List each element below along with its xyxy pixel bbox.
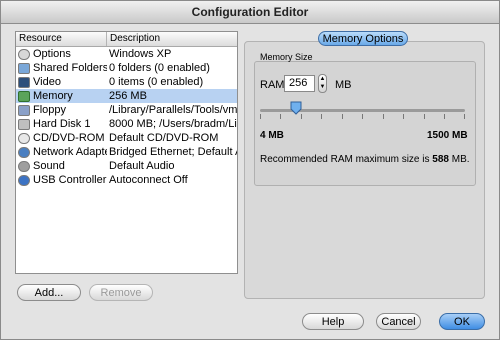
resource-description: Default Audio <box>109 160 175 172</box>
slider-tick <box>383 114 384 119</box>
cd-dvd-icon <box>18 132 30 144</box>
ram-input[interactable]: 256 <box>284 75 315 92</box>
recommendation-suffix: MB. <box>451 154 470 165</box>
resource-description: Autoconnect Off <box>109 174 188 186</box>
resource-name: Hard Disk 1 <box>33 118 91 130</box>
slider-tick <box>342 114 343 119</box>
resource-description: 0 items (0 enabled) <box>109 76 204 88</box>
stepper-down-icon[interactable]: ▼ <box>319 83 326 91</box>
shared-folders-icon <box>18 62 30 74</box>
add-button[interactable]: Add... <box>17 284 81 301</box>
table-row[interactable]: Sound Default Audio <box>16 159 237 173</box>
memory-icon <box>18 90 30 102</box>
recommendation-value: 588 <box>432 154 449 165</box>
slider-tick <box>403 114 404 119</box>
table-row[interactable]: Hard Disk 1 8000 MB; /Users/bradm/Lib <box>16 117 237 131</box>
table-row[interactable]: Network Adapter Bridged Ethernet; Defaul… <box>16 145 237 159</box>
resource-description: Bridged Ethernet; Default Ac <box>109 146 237 158</box>
resource-name: Options <box>33 48 71 60</box>
table-row[interactable]: Memory 256 MB <box>16 89 237 103</box>
resource-name: Floppy <box>33 104 67 116</box>
recommendation-text: Recommended RAM maximum size is 588 MB. <box>260 154 470 165</box>
ok-button[interactable]: OK <box>439 313 485 330</box>
column-header-resource[interactable]: Resource <box>16 32 107 46</box>
tab-memory-options[interactable]: Memory Options <box>318 31 408 46</box>
resource-description: 256 MB <box>109 90 147 102</box>
table-header: Resource Description <box>16 32 237 47</box>
resource-name: Memory <box>33 90 73 102</box>
resource-description: 8000 MB; /Users/bradm/Lib <box>109 118 237 130</box>
slider-tick <box>362 114 363 119</box>
configuration-editor-window: Configuration Editor Resource Descriptio… <box>0 0 500 340</box>
column-header-description[interactable]: Description <box>107 32 237 46</box>
resource-name: Shared Folders <box>33 62 107 74</box>
resource-description: Windows XP <box>109 48 172 60</box>
table-row[interactable]: Shared Folders 0 folders (0 enabled) <box>16 61 237 75</box>
slider-tick <box>444 114 445 119</box>
floppy-icon <box>18 104 30 116</box>
options-icon <box>18 48 30 60</box>
window-title: Configuration Editor <box>1 1 499 24</box>
stepper-up-icon[interactable]: ▲ <box>319 75 326 83</box>
hard-disk-icon <box>18 118 30 130</box>
recommendation-prefix: Recommended RAM maximum size is <box>260 154 430 165</box>
help-button[interactable]: Help <box>302 313 364 330</box>
resource-name: USB Controller <box>33 174 107 186</box>
usb-icon <box>18 174 30 186</box>
slider-tick <box>280 114 281 119</box>
ram-stepper[interactable]: ▲ ▼ <box>318 74 327 93</box>
memory-slider-thumb[interactable] <box>290 101 302 115</box>
resource-table[interactable]: Resource Description Options Windows XP … <box>15 31 238 274</box>
cancel-button[interactable]: Cancel <box>376 313 421 330</box>
resource-description: /Library/Parallels/Tools/vm <box>109 104 237 116</box>
video-icon <box>18 76 30 88</box>
network-icon <box>18 146 30 158</box>
ram-unit: MB <box>335 79 352 91</box>
remove-button[interactable]: Remove <box>89 284 153 301</box>
resource-name: CD/DVD-ROM 1 <box>33 132 107 144</box>
slider-tick <box>321 114 322 119</box>
resource-description: Default CD/DVD-ROM <box>109 132 219 144</box>
resource-name: Sound <box>33 160 65 172</box>
table-row[interactable]: Floppy /Library/Parallels/Tools/vm <box>16 103 237 117</box>
slider-max-label: 1500 MB <box>427 130 468 141</box>
table-row[interactable]: Video 0 items (0 enabled) <box>16 75 237 89</box>
table-row[interactable]: USB Controller Autoconnect Off <box>16 173 237 187</box>
slider-min-label: 4 MB <box>260 130 284 141</box>
sound-icon <box>18 160 30 172</box>
resource-description: 0 folders (0 enabled) <box>109 62 210 74</box>
resource-name: Network Adapter <box>33 146 107 158</box>
group-label: Memory Size <box>260 52 313 62</box>
slider-tick <box>424 114 425 119</box>
table-row[interactable]: CD/DVD-ROM 1 Default CD/DVD-ROM <box>16 131 237 145</box>
slider-tick <box>260 114 261 119</box>
resource-name: Video <box>33 76 61 88</box>
table-row[interactable]: Options Windows XP <box>16 47 237 61</box>
slider-tick <box>464 114 465 119</box>
